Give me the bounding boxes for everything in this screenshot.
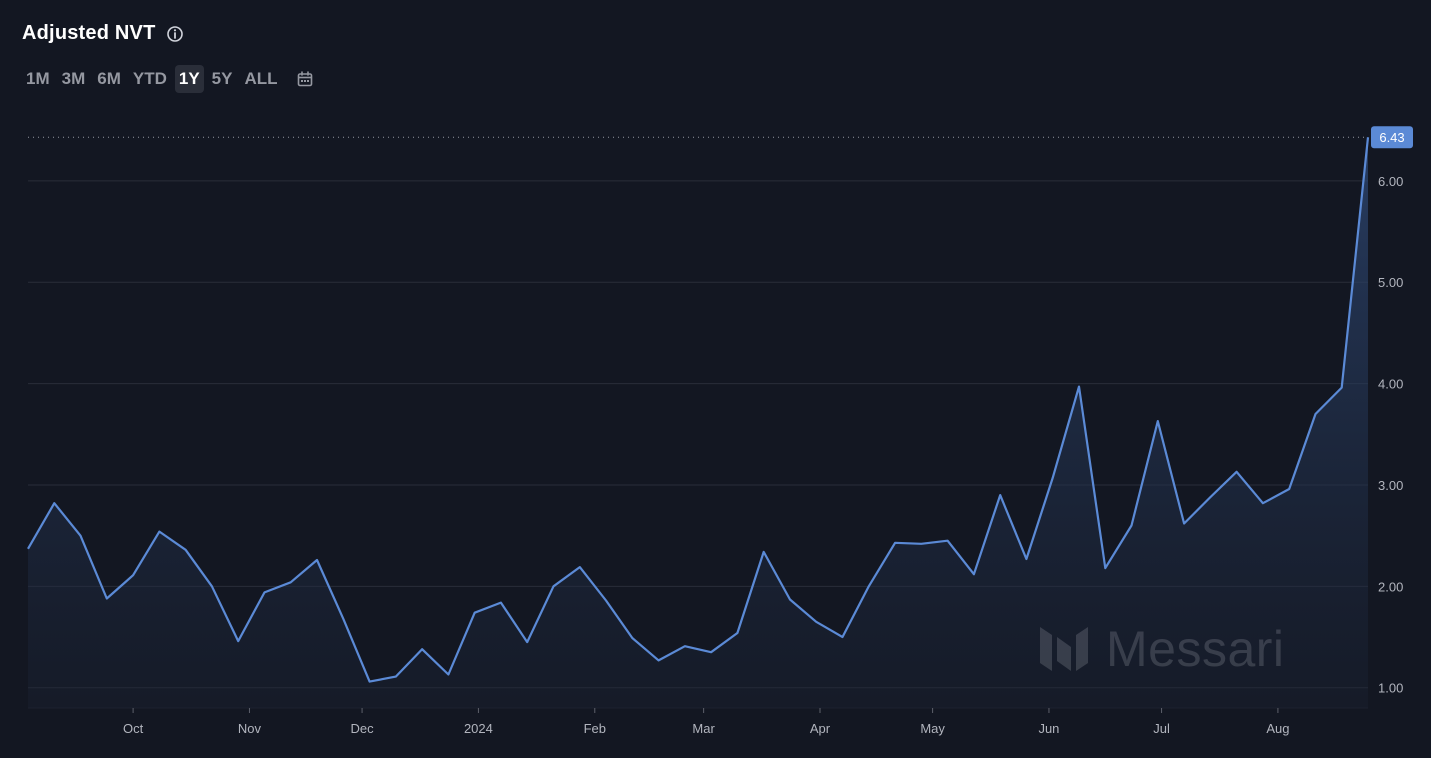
y-tick-label: 2.00	[1378, 579, 1403, 594]
x-tick-label: Oct	[123, 721, 144, 736]
last-value-label: 6.43	[1379, 130, 1404, 145]
x-tick-label: Jun	[1038, 721, 1059, 736]
x-tick-label: Mar	[692, 721, 715, 736]
x-tick-label: 2024	[464, 721, 493, 736]
x-tick-label: Dec	[350, 721, 374, 736]
y-tick-label: 5.00	[1378, 275, 1403, 290]
messari-logo-icon	[1038, 621, 1090, 678]
y-tick-label: 4.00	[1378, 377, 1403, 392]
x-tick-label: Apr	[810, 721, 831, 736]
x-tick-label: May	[920, 721, 945, 736]
x-tick-label: Aug	[1266, 721, 1289, 736]
y-tick-label: 6.00	[1378, 174, 1403, 189]
x-tick-label: Feb	[584, 721, 606, 736]
x-tick-label: Nov	[238, 721, 262, 736]
y-tick-label: 3.00	[1378, 478, 1403, 493]
watermark-text: Messari	[1106, 621, 1285, 677]
messari-watermark: Messari	[1038, 620, 1285, 678]
x-tick-label: Jul	[1153, 721, 1170, 736]
y-tick-label: 1.00	[1378, 681, 1403, 696]
